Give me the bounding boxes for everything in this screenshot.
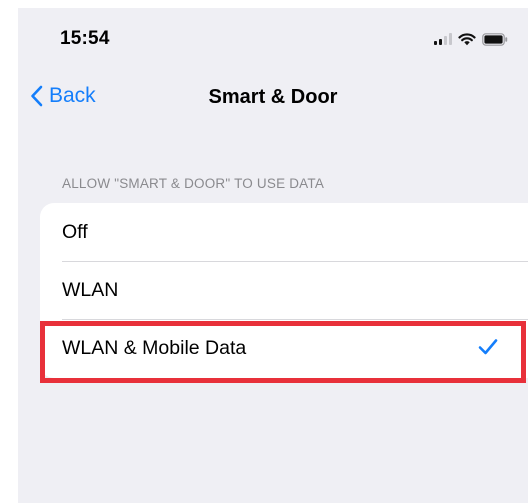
battery-icon [482,32,508,46]
option-label: Off [62,220,88,243]
page-title: Smart & Door [208,86,338,108]
cellular-signal-icon [434,33,452,45]
section-header: ALLOW "SMART & DOOR" TO USE DATA [62,176,325,191]
data-options-list: Off WLAN WLAN & Mobile Data [40,203,528,378]
navigation-bar: Back Smart & Door [18,74,528,124]
checkmark-icon [478,339,498,355]
option-label: WLAN [62,278,119,301]
settings-screen: 15:54 Back Smart & Door ALLOW "SMART & D… [18,8,528,503]
wifi-icon [458,33,476,46]
option-off[interactable]: Off [40,203,528,261]
status-bar: 15:54 [18,8,528,74]
option-label: WLAN & Mobile Data [62,336,247,359]
option-wlan-mobile-data[interactable]: WLAN & Mobile Data [40,319,528,377]
option-wlan[interactable]: WLAN [40,261,528,319]
status-time: 15:54 [60,28,110,49]
status-icons [434,32,508,46]
